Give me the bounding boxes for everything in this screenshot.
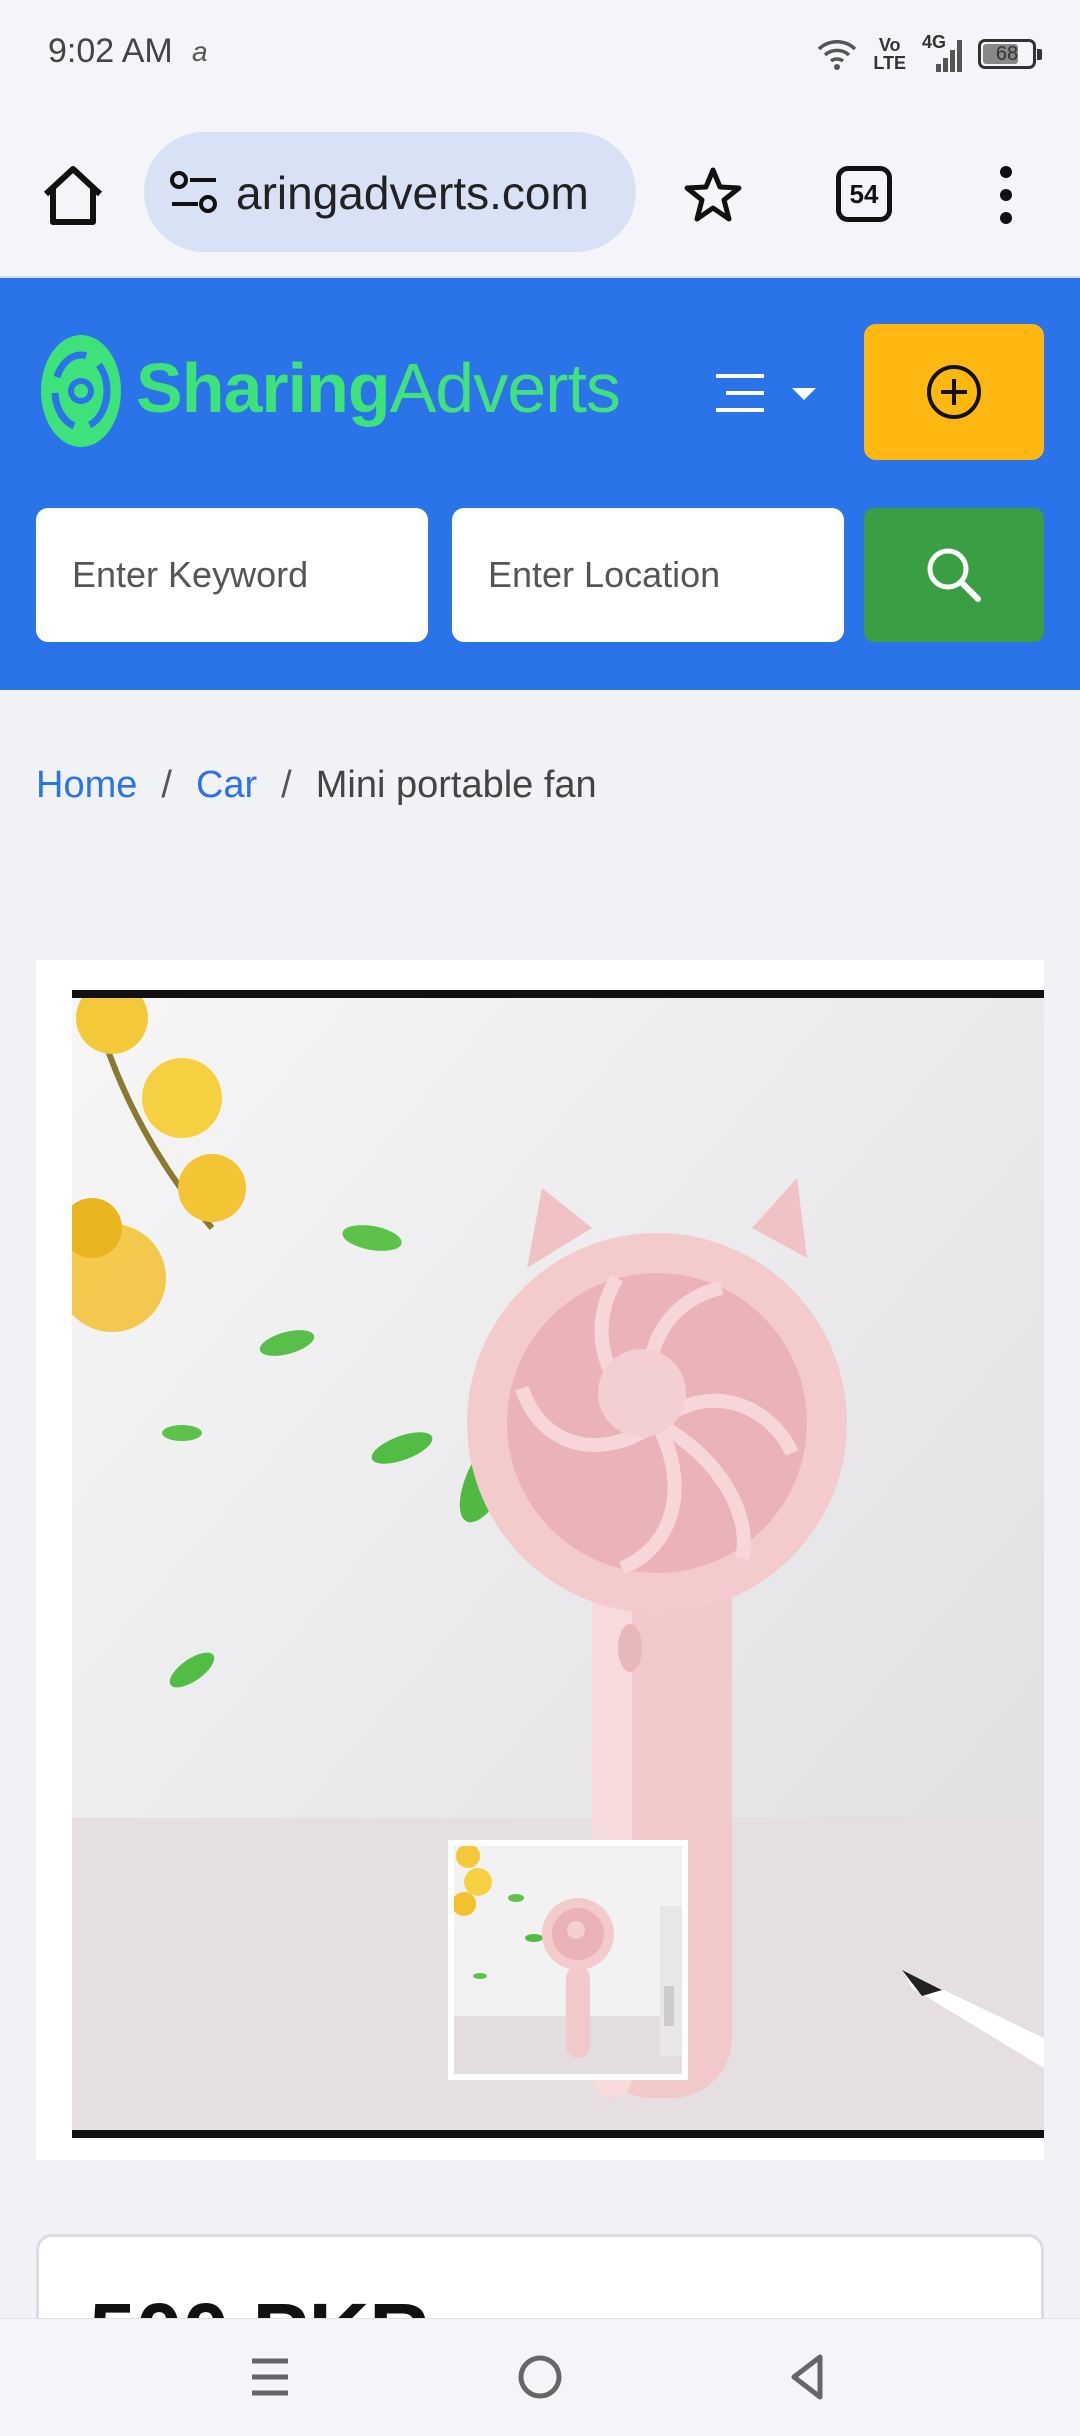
volte-indicator: Vo LTE [873, 35, 906, 73]
nav-home-icon[interactable] [510, 2347, 570, 2407]
wifi-icon [818, 40, 857, 70]
breadcrumb: Home / Car / Mini portable fan [36, 764, 597, 807]
notification-icon: a [192, 36, 208, 67]
url-text[interactable]: aringadverts.com [236, 166, 589, 220]
breadcrumb-separator: / [161, 764, 172, 806]
site-header: SharingAdverts [0, 278, 1080, 690]
post-ad-button[interactable] [864, 324, 1044, 460]
search-icon [927, 548, 981, 602]
browser-toolbar: aringadverts.com 54 [0, 108, 1080, 278]
tab-switcher-button[interactable]: 54 [836, 166, 892, 222]
search-button[interactable] [864, 508, 1044, 642]
logo-mark-icon[interactable] [36, 332, 126, 450]
menu-toggle-icon[interactable] [712, 368, 822, 418]
system-nav-bar [0, 2318, 1080, 2436]
status-icons: Vo LTE 4G 68 [817, 30, 1042, 78]
breadcrumb-category[interactable]: Car [196, 764, 257, 806]
star-icon[interactable] [684, 166, 742, 224]
search-form [36, 508, 1044, 644]
location-input[interactable] [452, 508, 844, 642]
product-gallery [36, 960, 1044, 2160]
add-circle-icon [927, 365, 981, 419]
more-vert-icon[interactable] [992, 164, 1020, 226]
tune-icon[interactable] [168, 166, 220, 218]
breadcrumb-home[interactable]: Home [36, 764, 137, 806]
home-icon[interactable] [40, 162, 106, 228]
status-time: 9:02 AM [48, 32, 173, 70]
site-logo[interactable]: SharingAdverts [136, 348, 621, 428]
breadcrumb-current: Mini portable fan [315, 764, 597, 806]
product-thumbnail[interactable] [448, 1840, 688, 2080]
back-icon[interactable] [778, 2347, 838, 2407]
recents-icon[interactable] [240, 2347, 300, 2407]
status-bar: 9:02 AM a Vo LTE 4G 68 [0, 0, 1080, 108]
keyword-input[interactable] [36, 508, 428, 642]
signal-icon: 4G [922, 32, 962, 72]
battery-icon: 68 [978, 39, 1042, 69]
address-bar[interactable]: aringadverts.com [144, 132, 636, 252]
breadcrumb-separator: / [281, 764, 292, 806]
